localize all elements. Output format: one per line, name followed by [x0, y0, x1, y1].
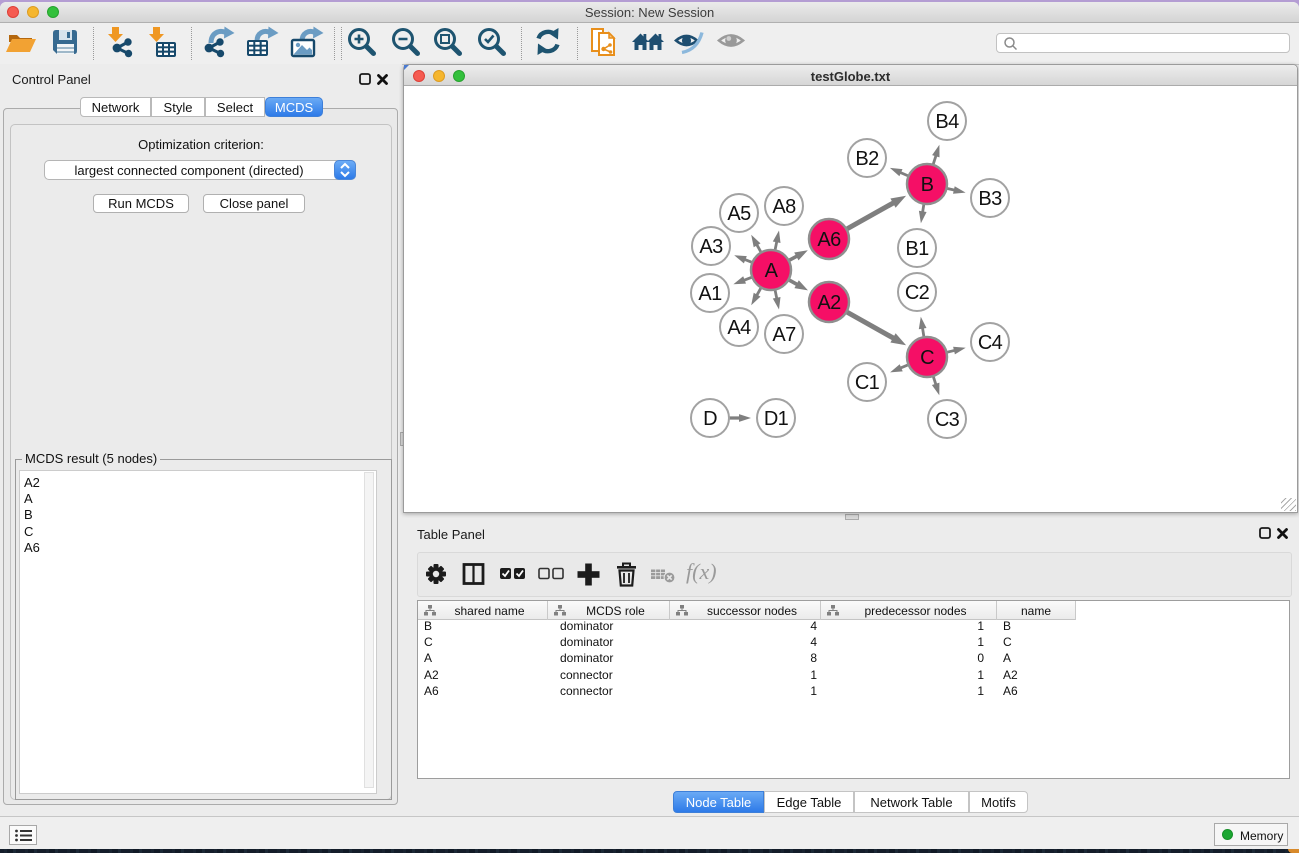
svg-text:A7: A7 — [772, 324, 796, 346]
svg-text:B: B — [921, 174, 934, 196]
svg-text:A5: A5 — [727, 203, 751, 225]
svg-text:B4: B4 — [935, 111, 959, 133]
svg-text:C4: C4 — [978, 332, 1003, 354]
svg-text:B2: B2 — [855, 148, 879, 170]
svg-text:D: D — [703, 408, 717, 430]
svg-text:C1: C1 — [855, 372, 880, 394]
svg-text:B1: B1 — [905, 238, 929, 260]
svg-text:A1: A1 — [698, 283, 722, 305]
svg-text:C2: C2 — [905, 282, 930, 304]
svg-text:A6: A6 — [817, 229, 841, 251]
svg-text:A8: A8 — [772, 196, 796, 218]
svg-text:A2: A2 — [817, 292, 841, 314]
svg-text:C3: C3 — [935, 409, 960, 431]
svg-text:A3: A3 — [699, 236, 723, 258]
svg-text:B3: B3 — [978, 188, 1002, 210]
svg-text:A: A — [765, 260, 779, 282]
svg-text:C: C — [920, 347, 934, 369]
svg-text:A4: A4 — [727, 317, 751, 339]
svg-text:D1: D1 — [764, 408, 789, 430]
